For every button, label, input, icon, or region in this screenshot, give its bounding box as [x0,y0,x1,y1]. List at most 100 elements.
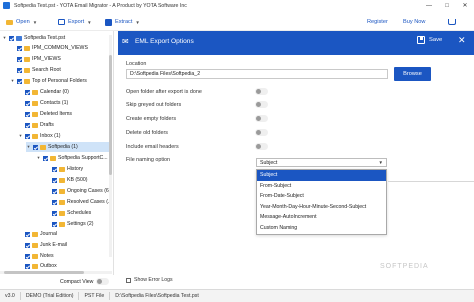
close-window-button[interactable]: ✕ [456,0,474,11]
tree-item[interactable]: Notes [25,251,54,261]
folder-icon [6,19,13,25]
tree-item[interactable]: ▾ Top of Personal Folders [10,76,86,86]
tree-item[interactable]: Outbox [25,261,57,271]
register-link[interactable]: Register [367,16,388,28]
open-folder-toggle[interactable] [255,88,268,95]
tree-item[interactable]: ▾ Softpedia Test.pst [2,33,65,43]
collapse-icon[interactable]: ▾ [18,133,23,139]
tree-checkbox[interactable] [17,67,22,73]
cart-button[interactable] [448,16,456,28]
chevron-down-icon: ▼ [87,19,92,25]
tree-item[interactable]: Schedules [52,208,91,218]
tree-item[interactable]: Search Root [17,65,61,75]
scrollbar-thumb[interactable] [109,55,112,175]
dropdown-option[interactable]: Year-Month-Day-Hour-Minute-Second-Subjec… [257,202,386,213]
collapse-icon[interactable]: ▾ [10,78,15,84]
status-edition: DEMO (Trial Edition) [21,292,80,300]
tree-checkbox[interactable] [25,263,30,269]
save-button[interactable]: Save [417,36,442,44]
location-input[interactable]: D:\Softpedia Files\Softpedia_2 [126,69,388,79]
folder-tree: ▾ Softpedia Test.pst IPM_COMMON_VIEWS IP… [0,31,114,275]
browse-button[interactable]: Browse [394,67,431,81]
tree-item[interactable]: Deleted Items [25,109,72,119]
tree-checkbox[interactable] [52,221,57,227]
export-button[interactable]: Export ▼ [58,16,92,28]
dropdown-option[interactable]: From-Date-Subject [257,191,386,202]
folder-icon [59,188,65,194]
buy-now-link[interactable]: Buy Now [403,16,425,28]
tree-item[interactable]: History [52,164,83,174]
minimize-button[interactable]: — [420,0,438,11]
naming-option-label: File naming option [126,157,171,163]
tree-item-label: Contacts (1) [40,100,69,106]
tree-item[interactable]: Settings (2) [52,219,94,229]
tree-item[interactable]: Contacts (1) [25,98,68,108]
tree-item[interactable]: Calendar (0) [25,87,69,97]
include-headers-toggle[interactable] [255,143,268,150]
tree-checkbox[interactable] [43,155,48,161]
folder-icon [59,210,65,216]
tree-horizontal-scrollbar[interactable] [0,271,112,274]
tree-checkbox[interactable] [52,166,57,172]
tree-item[interactable]: ▾ Inbox (1) [18,131,60,141]
tree-checkbox[interactable] [17,78,22,84]
tree-checkbox[interactable] [52,177,57,183]
collapse-icon[interactable]: ▾ [26,144,31,150]
tree-checkbox[interactable] [52,199,57,205]
skip-greyed-toggle[interactable] [255,101,268,108]
tree-item[interactable]: IPM_VIEWS [17,54,61,64]
tree-item[interactable]: Junk E-mail [25,240,67,250]
tree-item[interactable]: Resolved Cases (... [52,197,112,207]
naming-option-select[interactable]: Subject ▼ [256,158,387,167]
tree-checkbox[interactable] [25,253,30,259]
tree-item[interactable]: Drafts [25,120,54,130]
tree-item-label: Schedules [67,210,92,216]
tree-checkbox[interactable] [25,111,30,117]
save-label: Save [429,37,443,43]
tree-checkbox[interactable] [25,122,30,128]
open-button[interactable]: Open ▼ [6,16,37,28]
dropdown-option[interactable]: From-Subject [257,181,386,192]
create-empty-folders-toggle[interactable] [255,115,268,122]
tree-item[interactable]: IPM_COMMON_VIEWS [17,43,88,53]
collapse-icon[interactable]: ▾ [36,155,41,161]
tree-checkbox[interactable] [52,210,57,216]
tree-item-label: IPM_COMMON_VIEWS [32,45,88,51]
naming-selected-value: Subject [260,160,278,166]
dropdown-option[interactable]: Message-AutoIncrement [257,212,386,223]
tree-checkbox[interactable] [9,35,14,41]
option-label: Create empty folders [126,116,177,122]
tree-item[interactable]: KB (500) [52,175,87,185]
tree-checkbox[interactable] [52,188,57,194]
export-label: Export [68,19,85,25]
show-error-logs-row[interactable]: Show Error Logs [126,277,173,283]
tree-item[interactable]: Journal [25,229,57,239]
scrollbar-thumb[interactable] [4,271,84,274]
tree-checkbox[interactable] [17,56,22,62]
tree-item-selected[interactable]: ▾ Softpedia (1) [26,142,110,152]
extract-button[interactable]: Extract ▼ [105,16,140,28]
dropdown-option[interactable]: Custom Naming [257,223,386,234]
tree-checkbox[interactable] [25,89,30,95]
tree-item[interactable]: Ongoing Cases (6) [52,186,111,196]
show-error-logs-checkbox[interactable] [126,277,131,283]
tree-checkbox[interactable] [25,242,30,248]
maximize-button[interactable]: □ [438,0,456,11]
close-icon[interactable]: ✕ [458,35,466,46]
notes-icon [32,253,38,259]
tree-checkbox[interactable] [33,144,38,150]
status-version: v3.0 [0,292,21,300]
tree-checkbox[interactable] [25,231,30,237]
delete-old-folders-toggle[interactable] [255,129,268,136]
toolbar: Open ▼ Export ▼ Extract ▼ Register Buy N… [0,13,474,31]
status-bar: v3.0 DEMO (Trial Edition) PST File D:\So… [0,289,474,302]
compact-view-toggle[interactable] [96,278,110,285]
tree-checkbox[interactable] [17,45,22,51]
tree-vertical-scrollbar[interactable] [109,35,112,257]
window-controls: — □ ✕ [420,0,474,11]
dropdown-option[interactable]: Subject [257,170,386,181]
collapse-icon[interactable]: ▾ [2,35,7,41]
tree-checkbox[interactable] [25,133,30,139]
tree-item[interactable]: ▾ Softpedia SupportC... [36,153,107,163]
tree-checkbox[interactable] [25,100,30,106]
